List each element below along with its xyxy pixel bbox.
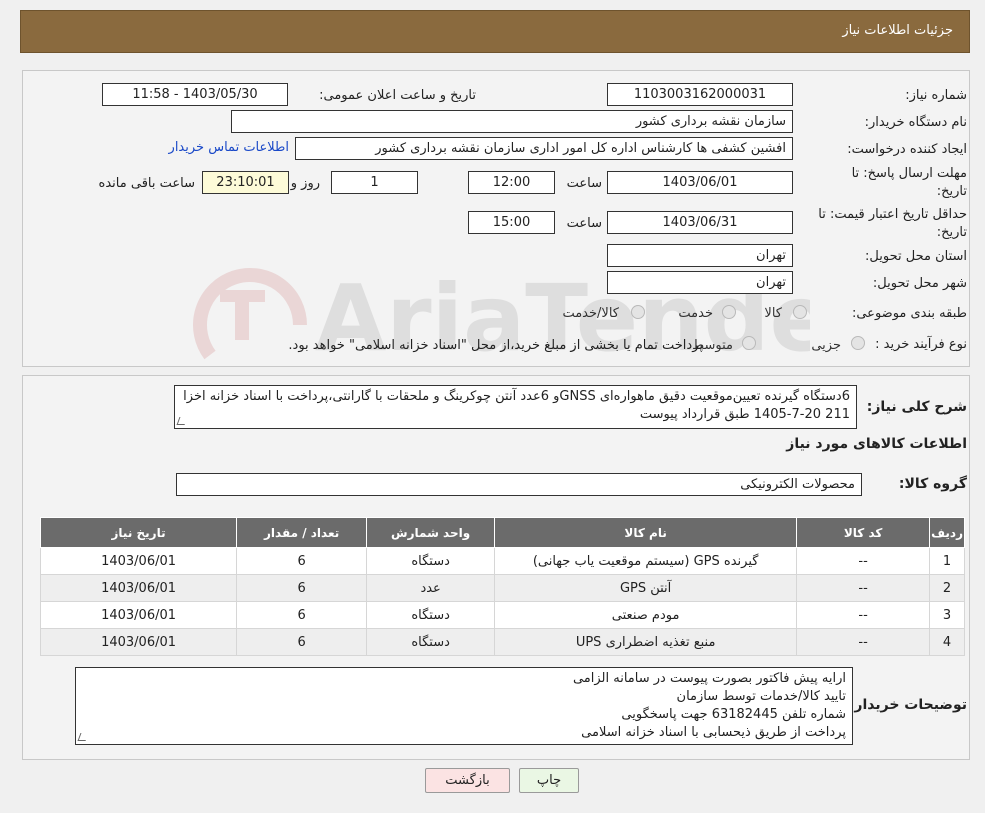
cell-name: آنتن GPS — [494, 574, 798, 602]
process-note: پرداخت تمام یا بخشی از مبلغ خرید،از محل … — [288, 338, 703, 353]
validity-time-label: ساعت — [566, 216, 602, 231]
category-label: طبقه بندی موضوعی: — [851, 306, 967, 321]
cell-row-number: 3 — [929, 601, 965, 629]
table-row: 1 -- گیرنده GPS (سیستم موقعیت یاب جهانی)… — [39, 547, 965, 575]
buyer-notes-label: توضیحات خریدار: — [848, 697, 967, 713]
deadline-time-field: 12:00 — [468, 171, 555, 194]
goods-section-title: اطلاعات کالاهای مورد نیاز — [786, 436, 967, 452]
category-option-goods-service: کالا/خدمت — [562, 306, 619, 321]
description-field: 6دستگاه گیرنده تعیین‌موقعیت دقیق ماهواره… — [174, 385, 857, 429]
cell-code: -- — [796, 628, 931, 656]
cell-unit: دستگاه — [366, 628, 496, 656]
cell-quantity: 6 — [236, 574, 368, 602]
print-button[interactable]: چاپ — [519, 768, 579, 793]
province-field: تهران — [607, 244, 793, 267]
province-label: استان محل تحویل: — [865, 249, 967, 264]
buyer-notes-line: شماره تلفن 63182445 جهت پاسخگویی — [621, 707, 846, 722]
category-option-service: خدمت — [678, 306, 713, 321]
cell-quantity: 6 — [236, 547, 368, 575]
need-number-label: شماره نیاز: — [905, 88, 967, 103]
cell-name: مودم صنعتی — [494, 601, 798, 629]
cell-quantity: 6 — [236, 601, 368, 629]
cell-code: -- — [796, 547, 931, 575]
table-row: 3 -- مودم صنعتی دستگاه 6 1403/06/01 — [39, 601, 965, 629]
announce-datetime-field: 1403/05/30 - 11:58 — [102, 83, 288, 106]
deadline-label-date: تاریخ: — [936, 184, 967, 199]
category-option-goods: کالا — [764, 306, 782, 321]
cell-row-number: 1 — [929, 547, 965, 575]
validity-date-field: 1403/06/31 — [607, 211, 793, 234]
cell-row-number: 4 — [929, 628, 965, 656]
city-field: تهران — [607, 271, 793, 294]
deadline-time-label: ساعت — [566, 176, 602, 191]
description-label: شرح کلی نیاز: — [866, 399, 967, 415]
process-option-minor: جزیی — [811, 338, 841, 353]
cell-quantity: 6 — [236, 628, 368, 656]
cell-date: 1403/06/01 — [39, 574, 238, 602]
need-number-field: 1103003162000031 — [607, 83, 793, 106]
time-remaining-field: 23:10:01 — [202, 171, 289, 194]
creator-label: ایجاد کننده درخواست: — [847, 142, 967, 157]
days-label: روز و — [290, 176, 320, 191]
deadline-date-field: 1403/06/01 — [607, 171, 793, 194]
announce-datetime-label: تاریخ و ساعت اعلان عمومی: — [319, 88, 476, 103]
category-radio-service[interactable] — [722, 305, 736, 319]
time-remaining-label: ساعت باقی مانده — [98, 176, 195, 191]
buyer-notes-line: تایید کالا/خدمات توسط سازمان — [676, 689, 846, 704]
col-header-date: تاریخ نیاز — [39, 517, 238, 548]
page-header: جزئیات اطلاعات نیاز — [20, 10, 970, 53]
goods-group-label: گروه کالا: — [898, 476, 967, 492]
cell-unit: دستگاه — [366, 601, 496, 629]
creator-field: افشین کشفی ها کارشناس اداره کل امور ادار… — [295, 137, 793, 160]
col-header-code: کد کالا — [796, 517, 931, 548]
city-label: شهر محل تحویل: — [872, 276, 967, 291]
process-radio-medium[interactable] — [742, 336, 756, 350]
buyer-org-field: سازمان نقشه برداری کشور — [231, 110, 793, 133]
buyer-notes-line: پرداخت از طریق ذیحسابی با اسناد خزانه اس… — [581, 725, 846, 740]
days-remaining-field: 1 — [331, 171, 418, 194]
cell-date: 1403/06/01 — [39, 601, 238, 629]
validity-label: حداقل تاریخ اعتبار قیمت: تا — [818, 207, 967, 222]
page-title: جزئیات اطلاعات نیاز — [842, 23, 953, 38]
cell-date: 1403/06/01 — [39, 547, 238, 575]
buyer-org-label: نام دستگاه خریدار: — [864, 115, 967, 130]
goods-group-field: محصولات الکترونیکی — [176, 473, 862, 496]
category-radio-goods[interactable] — [793, 305, 807, 319]
validity-label-date: تاریخ: — [936, 225, 967, 240]
table-row: 4 -- منبع تغذیه اضطراری UPS دستگاه 6 140… — [39, 628, 965, 656]
cell-code: -- — [796, 601, 931, 629]
col-header-name: نام کالا — [494, 517, 798, 548]
cell-name: منبع تغذیه اضطراری UPS — [494, 628, 798, 656]
buyer-contact-link[interactable]: اطلاعات تماس خریدار — [169, 140, 289, 155]
cell-unit: عدد — [366, 574, 496, 602]
back-button[interactable]: بازگشت — [425, 768, 510, 793]
validity-time-field: 15:00 — [468, 211, 555, 234]
process-type-label: نوع فرآیند خرید : — [875, 337, 967, 352]
category-radio-goods-service[interactable] — [631, 305, 645, 319]
goods-table: ردیف کد کالا نام کالا واحد شمارش تعداد /… — [39, 517, 965, 656]
cell-row-number: 2 — [929, 574, 965, 602]
buyer-notes-field: ارایه پیش فاکتور بصورت پیوست در سامانه ا… — [75, 667, 853, 745]
process-radio-minor[interactable] — [851, 336, 865, 350]
cell-date: 1403/06/01 — [39, 628, 238, 656]
table-row: 2 -- آنتن GPS عدد 6 1403/06/01 — [39, 574, 965, 602]
deadline-label: مهلت ارسال پاسخ: تا — [851, 166, 967, 181]
col-header-unit: واحد شمارش — [366, 517, 496, 548]
buyer-notes-line: ارایه پیش فاکتور بصورت پیوست در سامانه ا… — [572, 671, 846, 686]
col-header-quantity: تعداد / مقدار — [236, 517, 368, 548]
cell-unit: دستگاه — [366, 547, 496, 575]
cell-name: گیرنده GPS (سیستم موقعیت یاب جهانی) — [494, 547, 798, 575]
col-header-row: ردیف — [929, 517, 965, 548]
cell-code: -- — [796, 574, 931, 602]
